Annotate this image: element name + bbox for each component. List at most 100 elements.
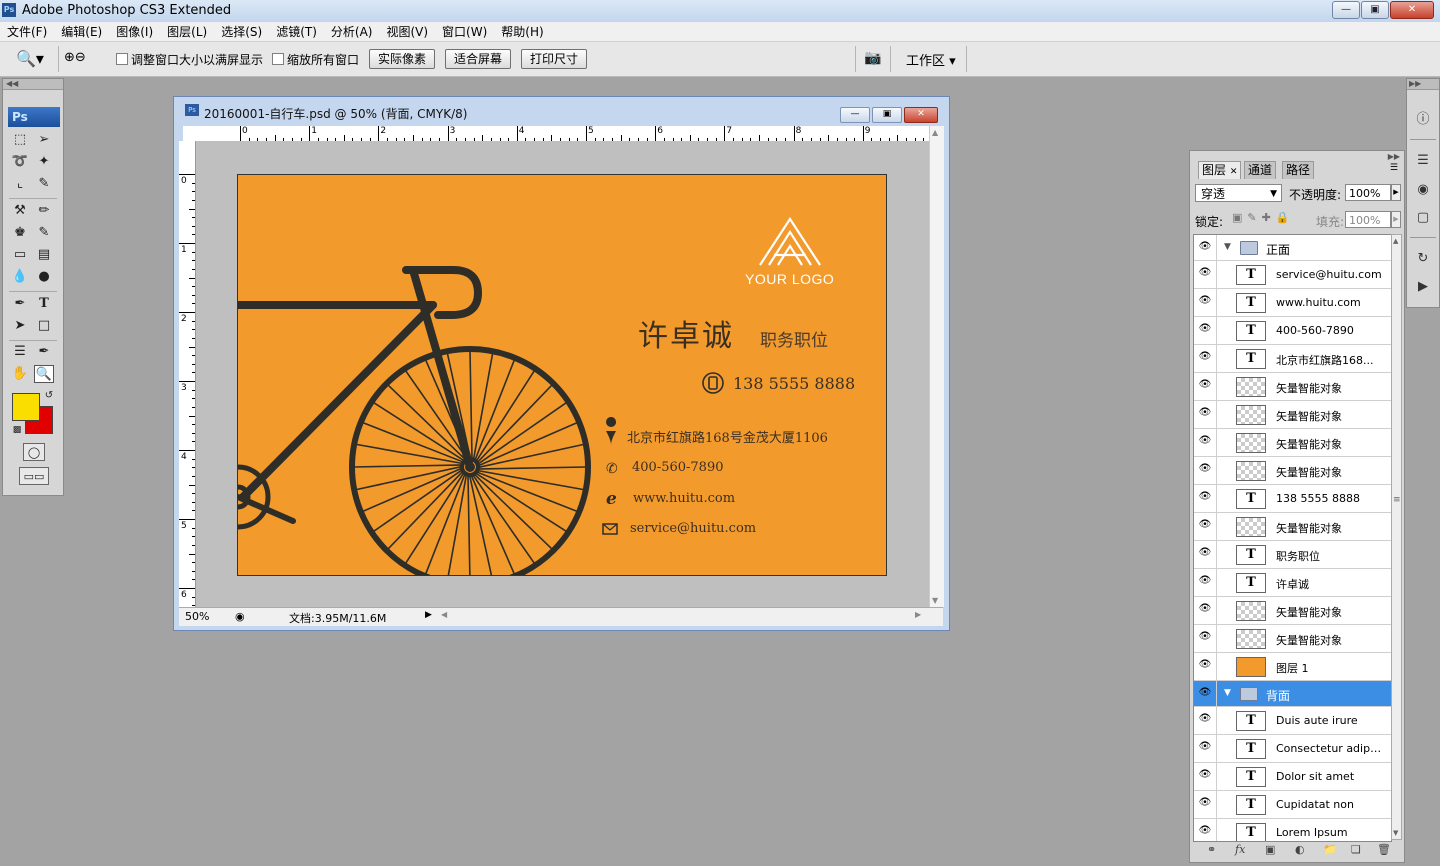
document-title-bar[interactable]: Ps 20160001-自行车.psd @ 50% (背面, CMYK/8) —… [177,99,946,123]
type-tool-icon[interactable]: T [34,295,54,313]
tab-layers[interactable]: 图层 ✕ [1198,161,1242,179]
lock-icons[interactable]: ▣✎✚🔒 [1232,211,1295,224]
tab-close-icon[interactable]: ✕ [1230,167,1238,177]
tab-channels[interactable]: 通道 [1244,161,1277,179]
hand-tool-icon[interactable]: ✋ [10,365,30,383]
shape-tool-icon[interactable]: □ [34,317,54,335]
actions-panel-icon[interactable]: ▶ [1413,277,1433,297]
adjustment-icon[interactable]: ◐ [1295,843,1305,856]
fit-screen-button[interactable]: 适合屏幕 [445,49,511,69]
visibility-eye-icon[interactable]: 👁 [1198,242,1212,252]
zoom-in-out-icon[interactable]: ⊕⊖ [64,50,86,65]
layer-group-row[interactable]: 👁 ▼ 背面 [1194,681,1391,707]
fx-icon[interactable]: fx [1235,843,1245,856]
resize-windows-checkbox[interactable]: 调整窗口大小以满屏显示 [116,51,263,68]
visibility-eye-icon[interactable]: 👁 [1198,380,1212,390]
actual-pixels-button[interactable]: 实际像素 [369,49,435,69]
fill-input[interactable]: 100% [1345,211,1391,228]
hscroll-left-icon[interactable]: ◀ [441,610,447,619]
layers-scrollbar[interactable]: ▲ ≡ ▼ [1391,234,1402,840]
notes-tool-icon[interactable]: ☰ [10,343,30,361]
menu-file[interactable]: 文件(F) [0,23,54,40]
fill-slider-icon[interactable]: ▶ [1391,211,1401,228]
menu-view[interactable]: 视图(V) [379,23,435,40]
layer-row[interactable]: 👁 T Lorem Ipsum [1194,819,1391,841]
zoom-all-checkbox[interactable]: 缩放所有窗口 [272,51,359,68]
channels-panel-icon[interactable]: ◉ [1413,180,1433,200]
new-layer-icon[interactable]: ❏ [1351,843,1361,856]
opacity-slider-icon[interactable]: ▶ [1391,184,1401,201]
eraser-tool-icon[interactable]: ▭ [10,246,30,264]
visibility-eye-icon[interactable]: 👁 [1198,632,1212,642]
history-panel-icon[interactable]: ↻ [1413,249,1433,269]
lasso-tool-icon[interactable]: ➰ [10,153,30,171]
visibility-eye-icon[interactable]: 👁 [1198,408,1212,418]
layer-row[interactable]: 👁 T Cupidatat non [1194,791,1391,819]
marquee-tool-icon[interactable]: ⬚ [10,131,30,149]
visibility-eye-icon[interactable]: 👁 [1198,714,1212,724]
history-brush-icon[interactable]: ✎ [34,224,54,242]
layer-row[interactable]: 👁 矢量智能对象 [1194,597,1391,625]
blend-mode-select[interactable]: 穿透 ▼ [1195,184,1282,202]
tab-paths[interactable]: 路径 [1282,161,1315,179]
visibility-eye-icon[interactable]: 👁 [1198,742,1212,752]
doc-minimize-icon[interactable]: — [840,107,870,123]
gradient-tool-icon[interactable]: ▤ [34,246,54,264]
path-selection-icon[interactable]: ➤ [10,317,30,335]
layer-row[interactable]: 👁 Tservice@huitu.com [1194,261,1391,289]
default-colors-icon[interactable]: ▩ [7,421,27,439]
trash-icon[interactable]: 🗑 [1377,843,1391,856]
healing-brush-icon[interactable]: ⚒ [10,202,30,220]
panel-menu-icon[interactable]: ☰ [1390,163,1398,173]
layer-row[interactable]: 👁 矢量智能对象 [1194,457,1391,485]
brush-tool-icon[interactable]: ✏ [34,202,54,220]
opacity-input[interactable]: 100% [1345,184,1391,201]
visibility-eye-icon[interactable]: 👁 [1198,688,1212,698]
layer-row[interactable]: 👁 T 职务职位 [1194,541,1391,569]
visibility-eye-icon[interactable]: 👁 [1198,492,1212,502]
mask-icon[interactable]: ▣ [1265,843,1275,856]
visibility-eye-icon[interactable]: 👁 [1198,604,1212,614]
layer-row[interactable]: 👁 T 北京市红旗路168... [1194,345,1391,373]
layer-row[interactable]: 👁 T 400-560-7890 [1194,317,1391,345]
zoom-tool-icon[interactable]: 🔍▾ [16,49,44,68]
eyedropper-tool-icon[interactable]: ✒ [34,343,54,361]
group-expand-icon[interactable]: ▼ [1224,688,1231,698]
layer-row[interactable]: 👁 T 许卓诚 [1194,569,1391,597]
layer-row[interactable]: 👁 T Consectetur adipis... [1194,735,1391,763]
pen-tool-icon[interactable]: ✒ [10,295,30,313]
visibility-eye-icon[interactable]: 👁 [1198,520,1212,530]
move-tool-icon[interactable]: ➢ [34,131,54,149]
layer-row[interactable]: 👁 T Dolor sit amet [1194,763,1391,791]
group-expand-icon[interactable]: ▼ [1224,242,1231,252]
layer-group-row[interactable]: 👁 ▼ 正面 [1194,235,1391,261]
layer-row[interactable]: 👁 矢量智能对象 [1194,429,1391,457]
screen-mode-icon[interactable]: ▭▭ [19,467,49,485]
quick-mask-icon[interactable]: ◯ [23,443,45,461]
menu-select[interactable]: 选择(S) [214,23,269,40]
foreground-color-swatch[interactable] [12,393,40,421]
visibility-eye-icon[interactable]: 👁 [1198,268,1212,278]
status-menu-arrow-icon[interactable]: ▶ [425,610,432,620]
business-card[interactable]: ✆ e YOUR LOGO 许卓诚 职务职位 138 5555 8888 北京市… [237,174,887,576]
menu-filter[interactable]: 滤镜(T) [269,23,324,40]
layer-row[interactable]: 👁 T Duis aute irure [1194,707,1391,735]
menu-layer[interactable]: 图层(L) [160,23,214,40]
layer-row[interactable]: 👁 Twww.huitu.com [1194,289,1391,317]
visibility-eye-icon[interactable]: 👁 [1198,324,1212,334]
vertical-scrollbar[interactable]: ▲ ▼ [929,126,944,607]
dodge-tool-icon[interactable]: ● [34,268,54,286]
close-icon[interactable]: ✕ [1390,1,1434,19]
dock-grip[interactable]: ▶▶ [1407,79,1439,90]
status-icon[interactable]: ◉ [235,610,245,623]
menu-window[interactable]: 窗口(W) [435,23,494,40]
clone-stamp-icon[interactable]: ♚ [10,224,30,242]
paths-panel-icon[interactable]: ▢ [1413,208,1433,228]
visibility-eye-icon[interactable]: 👁 [1198,660,1212,670]
doc-close-icon[interactable]: ✕ [904,107,938,123]
visibility-eye-icon[interactable]: 👁 [1198,826,1212,836]
layers-panel-icon[interactable]: ☰ [1413,151,1433,171]
layer-row[interactable]: 👁 矢量智能对象 [1194,625,1391,653]
crop-tool-icon[interactable]: ⌞ [10,175,30,193]
visibility-eye-icon[interactable]: 👁 [1198,576,1212,586]
